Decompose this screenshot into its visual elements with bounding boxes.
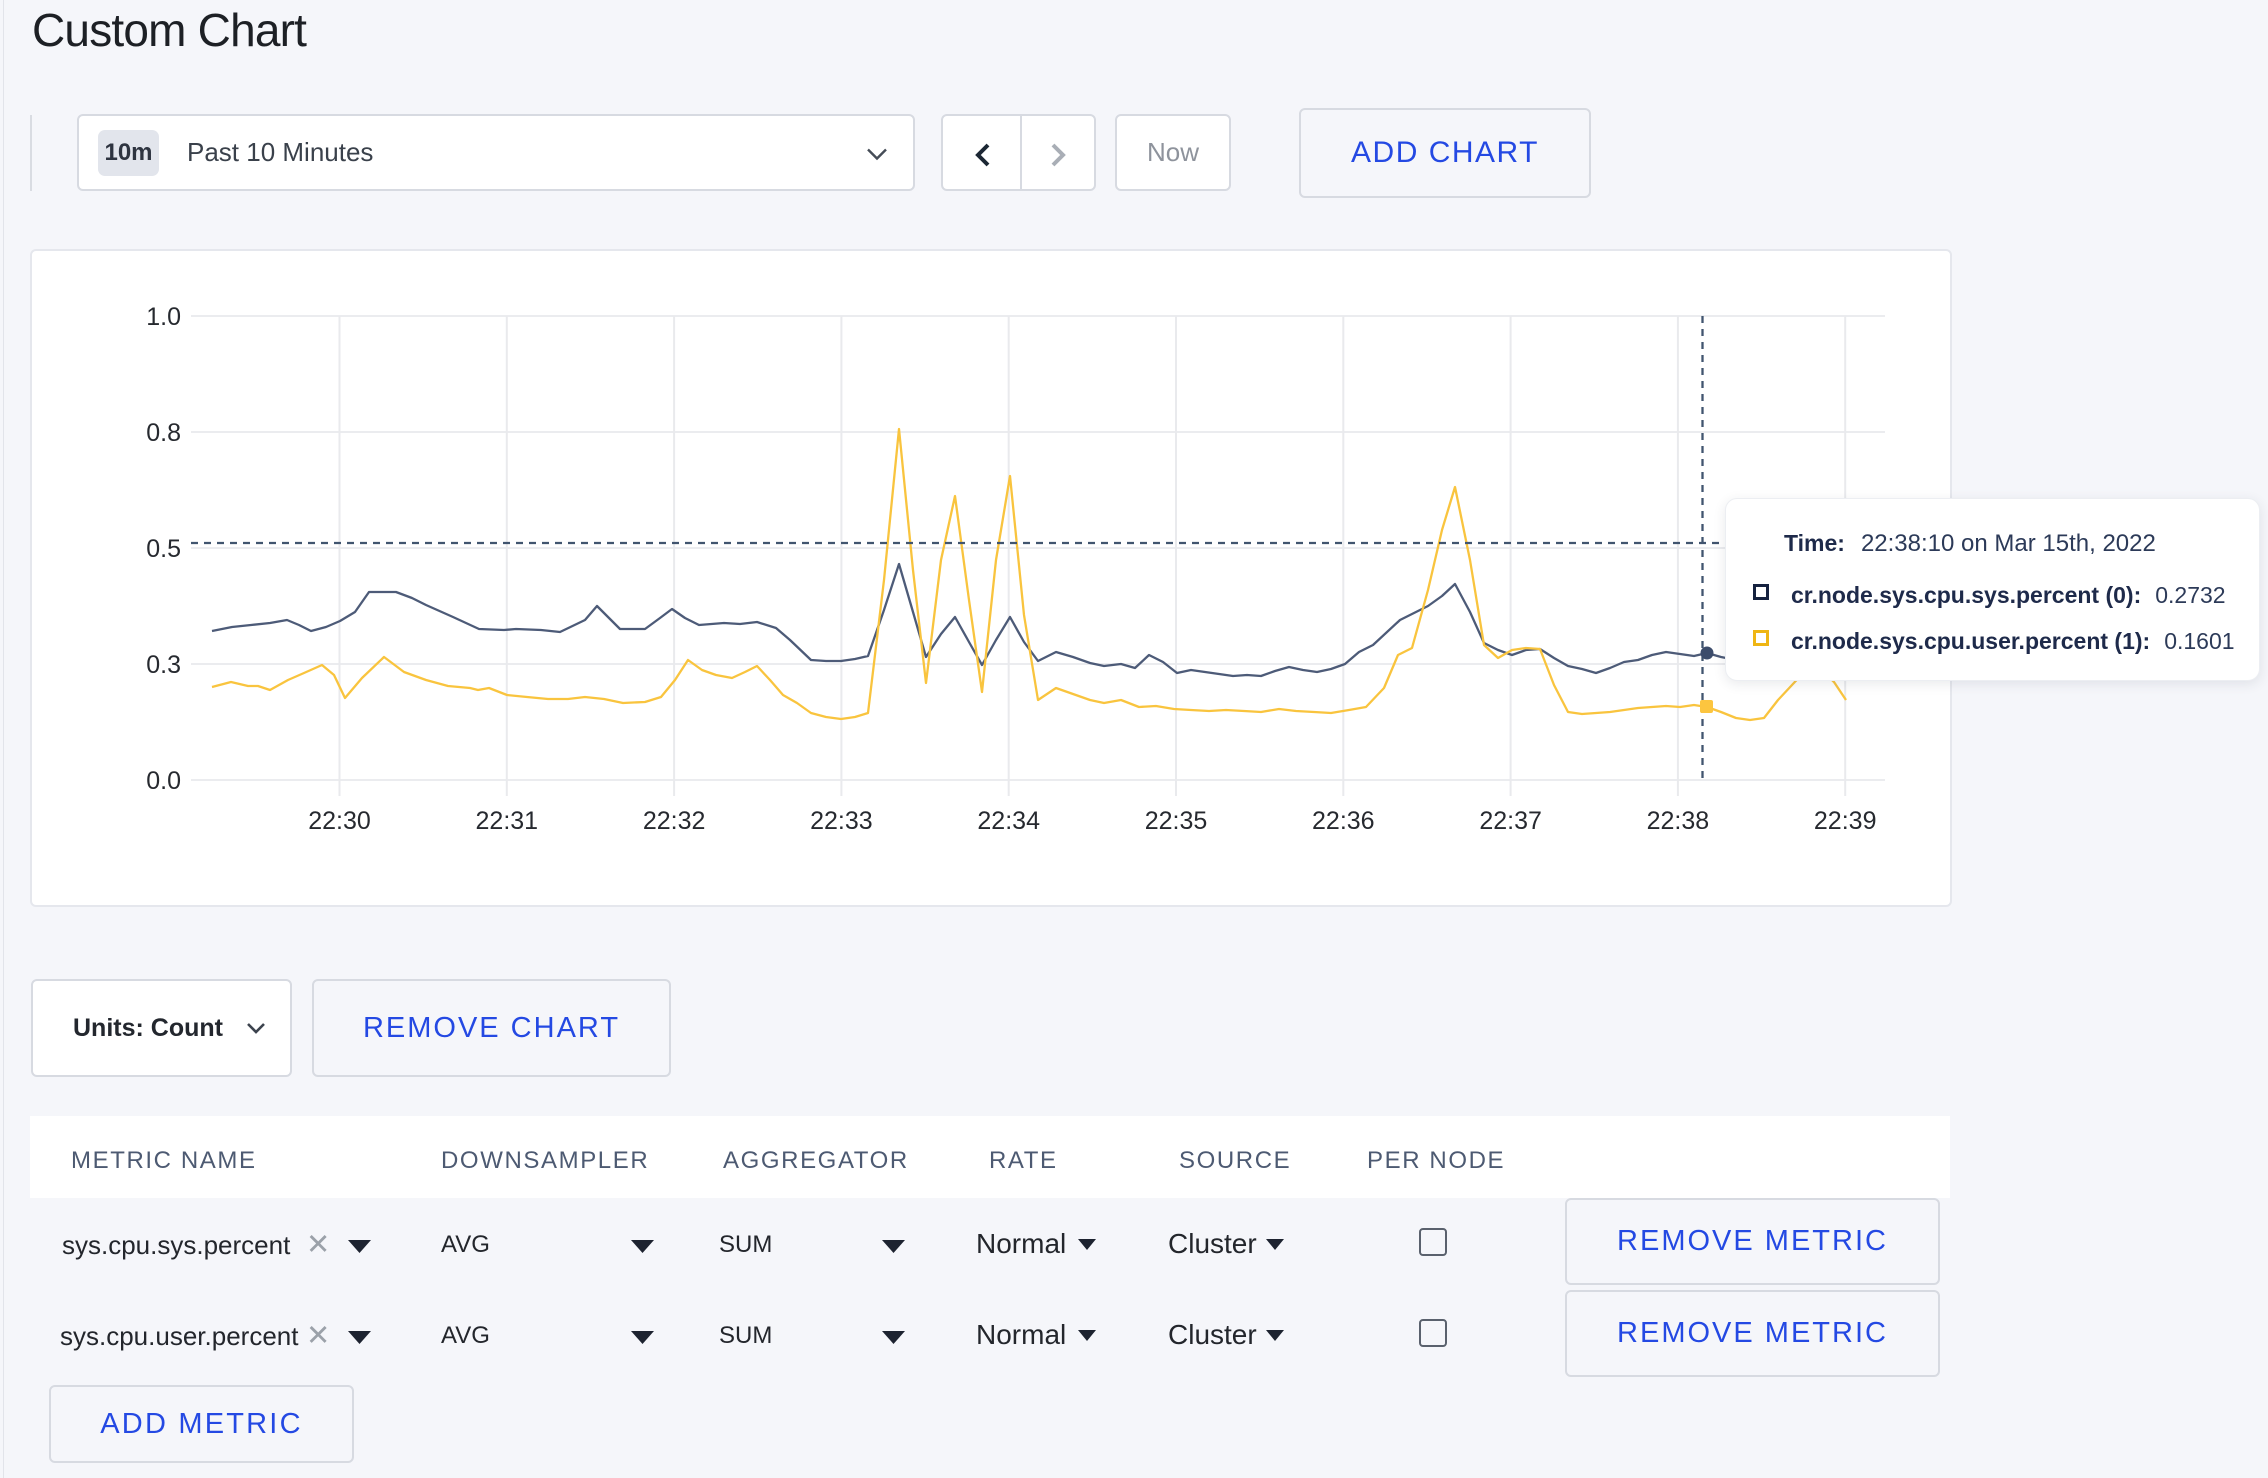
svg-text:22:32: 22:32 xyxy=(643,807,706,835)
svg-text:0.8: 0.8 xyxy=(146,419,181,447)
svg-text:22:30: 22:30 xyxy=(308,807,371,835)
svg-text:0.0: 0.0 xyxy=(146,767,181,795)
svg-text:22:38: 22:38 xyxy=(1647,807,1710,835)
svg-text:0.3: 0.3 xyxy=(146,651,181,679)
svg-text:22:36: 22:36 xyxy=(1312,807,1375,835)
svg-text:22:37: 22:37 xyxy=(1479,807,1542,835)
svg-text:1.0: 1.0 xyxy=(146,303,181,331)
svg-text:22:33: 22:33 xyxy=(810,807,873,835)
svg-text:22:39: 22:39 xyxy=(1814,807,1877,835)
svg-text:0.5: 0.5 xyxy=(146,535,181,563)
svg-text:22:35: 22:35 xyxy=(1145,807,1208,835)
svg-text:22:34: 22:34 xyxy=(977,807,1040,835)
svg-text:22:31: 22:31 xyxy=(476,807,539,835)
